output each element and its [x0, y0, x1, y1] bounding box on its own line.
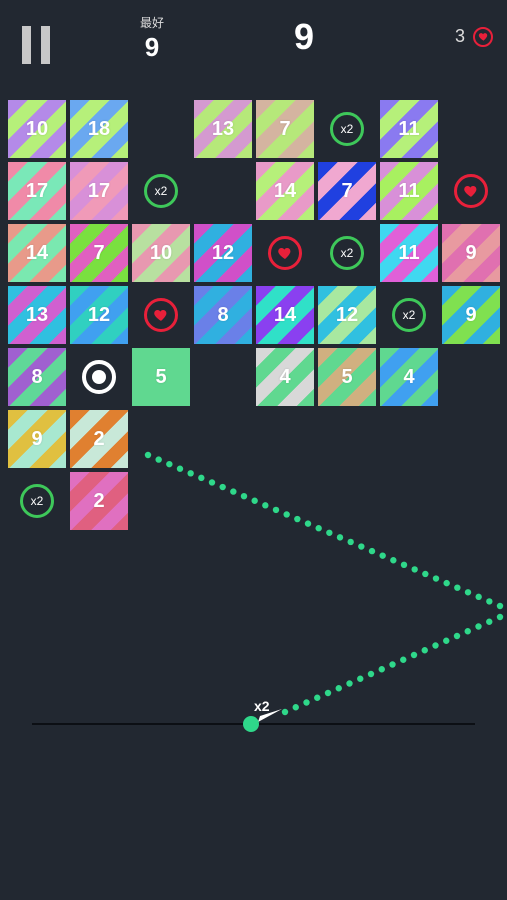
aim-dot [464, 628, 471, 635]
aim-dot [294, 515, 301, 523]
aim-dot [176, 465, 184, 472]
aim-dot [347, 538, 354, 546]
aim-dot [336, 534, 344, 541]
aim-dot [496, 613, 504, 621]
aim-dot [324, 689, 332, 697]
aim-dot [389, 661, 396, 668]
aim-dot [496, 602, 504, 610]
aim-dot [400, 656, 407, 663]
aim-dot [411, 566, 418, 573]
aim-dot [400, 561, 408, 569]
aim-dot [443, 579, 450, 587]
aim-dot [272, 506, 280, 514]
aim-dot [358, 543, 365, 550]
aim-dot [410, 651, 418, 659]
aim-dot [357, 675, 364, 682]
aim-dot [198, 474, 205, 482]
aim-dot [346, 680, 353, 687]
aim-dot [475, 593, 482, 601]
aim-dot [230, 488, 237, 495]
aim-dot [314, 694, 321, 701]
aim-dot [155, 456, 162, 463]
ball-multiplier: x2 [254, 698, 270, 714]
aim-dot [281, 708, 289, 716]
aim-dot [208, 479, 216, 486]
aim-dot [283, 511, 290, 518]
aim-dot [303, 699, 310, 706]
aim-dot [326, 529, 333, 536]
aim-dot [422, 570, 429, 578]
aim-trajectory [144, 451, 504, 722]
aim-dot [475, 623, 482, 630]
aim-dot [262, 502, 269, 509]
aim-dot [304, 520, 312, 527]
aim-dot [219, 483, 226, 491]
aim-dot [421, 647, 428, 654]
aim-dot [454, 584, 461, 591]
aim-dot [379, 552, 386, 559]
aim-dot [390, 557, 397, 564]
aim-dot [335, 685, 342, 692]
aim-dot [443, 637, 450, 644]
aim-dot [368, 547, 376, 555]
aim-dot [464, 589, 472, 596]
aim-dot [378, 666, 385, 673]
aim-dot [432, 642, 439, 649]
aim-dot [486, 618, 493, 625]
aim-dot [166, 460, 173, 468]
aim-dot [187, 470, 194, 477]
aim-dot [292, 704, 299, 711]
aim-dot [367, 670, 375, 678]
aim-dot [486, 598, 493, 605]
aim-dot [144, 451, 152, 459]
aim-dot [240, 492, 248, 500]
aim-dot [315, 525, 322, 532]
aim-dot [251, 497, 258, 504]
aim-dot [453, 632, 461, 640]
aim-dot [432, 575, 440, 582]
ball-launcher[interactable] [243, 716, 259, 732]
